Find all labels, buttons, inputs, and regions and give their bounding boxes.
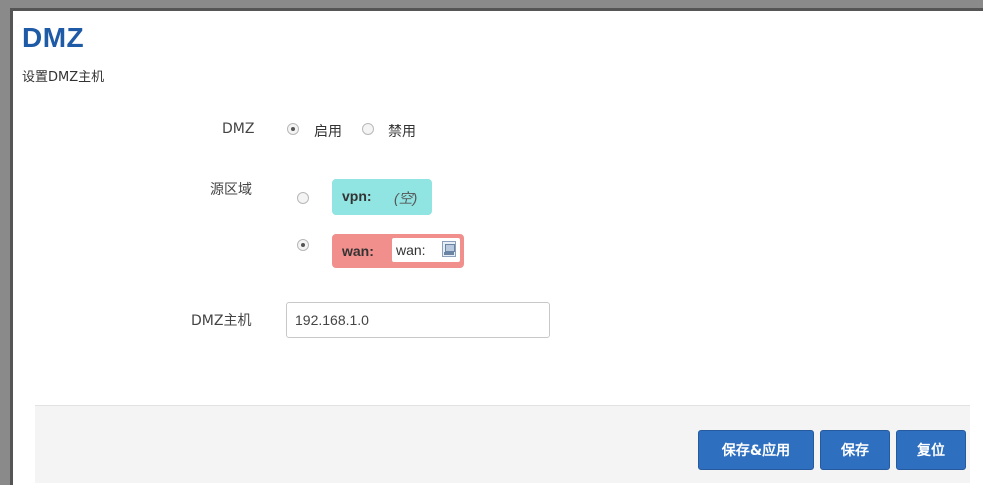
dmz-host-label: DMZ主机 — [191, 313, 252, 329]
dmz-enable-radio[interactable] — [287, 123, 299, 135]
zone-vpn-name: vpn: — [342, 188, 372, 204]
zone-wan-badge[interactable]: wan: wan: — [332, 234, 464, 268]
zone-wan-radio[interactable] — [297, 239, 309, 251]
zone-vpn-radio[interactable] — [297, 192, 309, 204]
page-title: DMZ — [22, 22, 85, 53]
zone-vpn-networks: (空) — [394, 190, 418, 206]
zone-wan-name: wan: — [342, 243, 374, 259]
page-subtitle: 设置DMZ主机 — [22, 70, 105, 85]
network-icon — [442, 241, 456, 257]
zone-vpn-badge[interactable]: vpn: (空) — [332, 179, 432, 215]
source-zone-label: 源区域 — [210, 182, 252, 198]
dmz-disable-label[interactable]: 禁用 — [388, 121, 416, 141]
zone-wan-network-box: wan: — [392, 238, 460, 262]
dmz-label: DMZ — [222, 121, 255, 137]
save-apply-button[interactable]: 保存&应用 — [698, 430, 814, 470]
reset-button[interactable]: 复位 — [896, 430, 966, 470]
zone-wan-network-name: wan: — [396, 242, 426, 258]
save-button[interactable]: 保存 — [820, 430, 890, 470]
dmz-host-input[interactable] — [286, 302, 550, 338]
dmz-disable-radio[interactable] — [362, 123, 374, 135]
dmz-enable-label[interactable]: 启用 — [314, 121, 342, 141]
